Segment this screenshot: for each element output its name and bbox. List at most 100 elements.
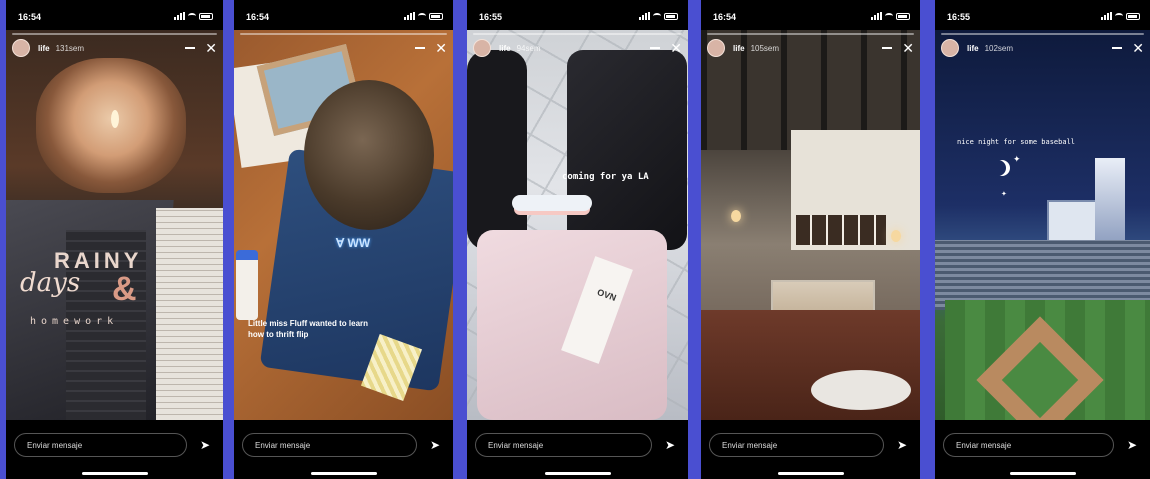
story-progress (941, 33, 1144, 35)
minimize-icon[interactable] (650, 47, 661, 49)
minimize-icon[interactable] (882, 47, 893, 49)
story-progress (473, 33, 682, 35)
send-icon[interactable]: ➤ (660, 438, 680, 452)
close-icon[interactable]: ✕ (670, 41, 682, 55)
lamp-2 (891, 230, 901, 242)
send-icon[interactable]: ➤ (892, 438, 912, 452)
close-icon[interactable]: ✕ (435, 41, 447, 55)
notebook (156, 208, 223, 420)
story-progress (12, 33, 217, 35)
close-icon[interactable]: ✕ (902, 41, 914, 55)
story-footer: Enviar mensaje ➤ (943, 432, 1142, 458)
story-3[interactable]: 16:55 OVN coming for ya LA life 94sem ✕ … (467, 0, 688, 479)
story-caption: Little miss Fluff wanted to learn how to… (248, 319, 369, 339)
home-indicator (544, 472, 611, 475)
battery-icon (664, 12, 678, 20)
message-input[interactable]: Enviar mensaje (242, 433, 417, 457)
minimize-icon[interactable] (1112, 47, 1123, 49)
username[interactable]: life (733, 44, 745, 53)
signal-icon (404, 12, 415, 20)
message-input[interactable]: Enviar mensaje (14, 433, 187, 457)
story-header: ✕ (240, 38, 447, 58)
status-time: 16:54 (18, 12, 42, 22)
send-icon[interactable]: ➤ (425, 438, 445, 452)
home-indicator (310, 472, 377, 475)
story-age: 94sem (516, 43, 541, 53)
status-time: 16:54 (713, 12, 737, 22)
minimize-icon[interactable] (415, 47, 426, 49)
cat (304, 80, 434, 230)
status-time: 16:54 (246, 12, 270, 22)
close-icon[interactable]: ✕ (205, 41, 217, 55)
avatar[interactable] (12, 39, 30, 57)
message-input[interactable]: Enviar mensaje (709, 433, 884, 457)
wifi-icon (188, 13, 196, 19)
story-caption: nice night for some baseball (957, 138, 1076, 146)
airplane-sticker (512, 195, 592, 211)
menu-board (796, 215, 886, 245)
star-icon: ✦ (1001, 191, 1007, 198)
black-suitcase (567, 50, 687, 250)
story-footer: Enviar mensaje ➤ (709, 432, 912, 458)
avatar[interactable] (707, 39, 725, 57)
close-icon[interactable]: ✕ (1132, 41, 1144, 55)
status-time: 16:55 (479, 12, 503, 22)
story-footer: Enviar mensaje ➤ (242, 432, 445, 458)
username[interactable]: life (967, 44, 979, 53)
home-indicator (777, 472, 844, 475)
status-icons (174, 12, 213, 20)
wifi-icon (653, 13, 661, 19)
status-icons (871, 12, 910, 20)
signal-icon (639, 12, 650, 20)
signal-icon (174, 12, 185, 20)
story-footer: Enviar mensaje ➤ (475, 432, 680, 458)
tower (1095, 158, 1125, 248)
status-time: 16:55 (947, 12, 971, 22)
story-photo[interactable]: OVN coming for ya LA (467, 30, 688, 420)
avatar[interactable] (941, 39, 959, 57)
signal-icon (871, 12, 882, 20)
battery-icon (1126, 12, 1140, 20)
story-age: 131sem (55, 43, 85, 53)
send-icon[interactable]: ➤ (1122, 438, 1142, 452)
star-icon: ✦ (1013, 154, 1021, 164)
sticker-homework: homework (30, 316, 119, 327)
story-header: life 94sem ✕ (473, 38, 682, 58)
story-progress (240, 33, 447, 35)
story-photo[interactable]: nice night for some baseball ✦ ✦ (935, 30, 1150, 420)
story-header: life 102sem ✕ (941, 38, 1144, 58)
story-1[interactable]: 16:54 RAINY days & homework life 131sem … (6, 0, 223, 479)
lamp-1 (731, 210, 741, 222)
candle-jar (36, 58, 186, 193)
story-5[interactable]: 16:55 nice night for some baseball ✦ ✦ l… (935, 0, 1150, 479)
story-age: 105sem (750, 43, 780, 53)
message-input[interactable]: Enviar mensaje (475, 433, 652, 457)
story-progress (707, 33, 914, 35)
wifi-icon (418, 13, 426, 19)
home-indicator (81, 472, 148, 475)
laptop-table (811, 370, 911, 410)
status-bar: 16:55 (935, 0, 1150, 30)
story-header: life 131sem ✕ (12, 38, 217, 58)
username[interactable]: life (38, 44, 50, 53)
message-input[interactable]: Enviar mensaje (943, 433, 1114, 457)
avatar[interactable] (473, 39, 491, 57)
story-2[interactable]: 16:54 Ɐ WW Little miss Fluff wanted to l… (234, 0, 453, 479)
battery-icon (199, 12, 213, 20)
username[interactable]: life (499, 44, 511, 53)
minimize-icon[interactable] (185, 47, 196, 49)
home-indicator (1009, 472, 1076, 475)
story-photo[interactable]: RAINY days & homework (6, 30, 223, 420)
wifi-icon (885, 13, 893, 19)
story-photo[interactable]: Ɐ WW Little miss Fluff wanted to learn h… (234, 30, 453, 420)
story-4[interactable]: 16:54 life 105sem ✕ Enviar mensaje ➤ (701, 0, 920, 479)
story-age: 102sem (984, 43, 1014, 53)
battery-icon (896, 12, 910, 20)
send-icon[interactable]: ➤ (195, 438, 215, 452)
person-leg (467, 50, 527, 250)
story-photo[interactable] (701, 30, 920, 420)
sticker-days: days (20, 268, 81, 298)
story-caption: coming for ya LA (562, 172, 649, 182)
status-bar: 16:54 (234, 0, 453, 30)
status-bar: 16:54 (701, 0, 920, 30)
